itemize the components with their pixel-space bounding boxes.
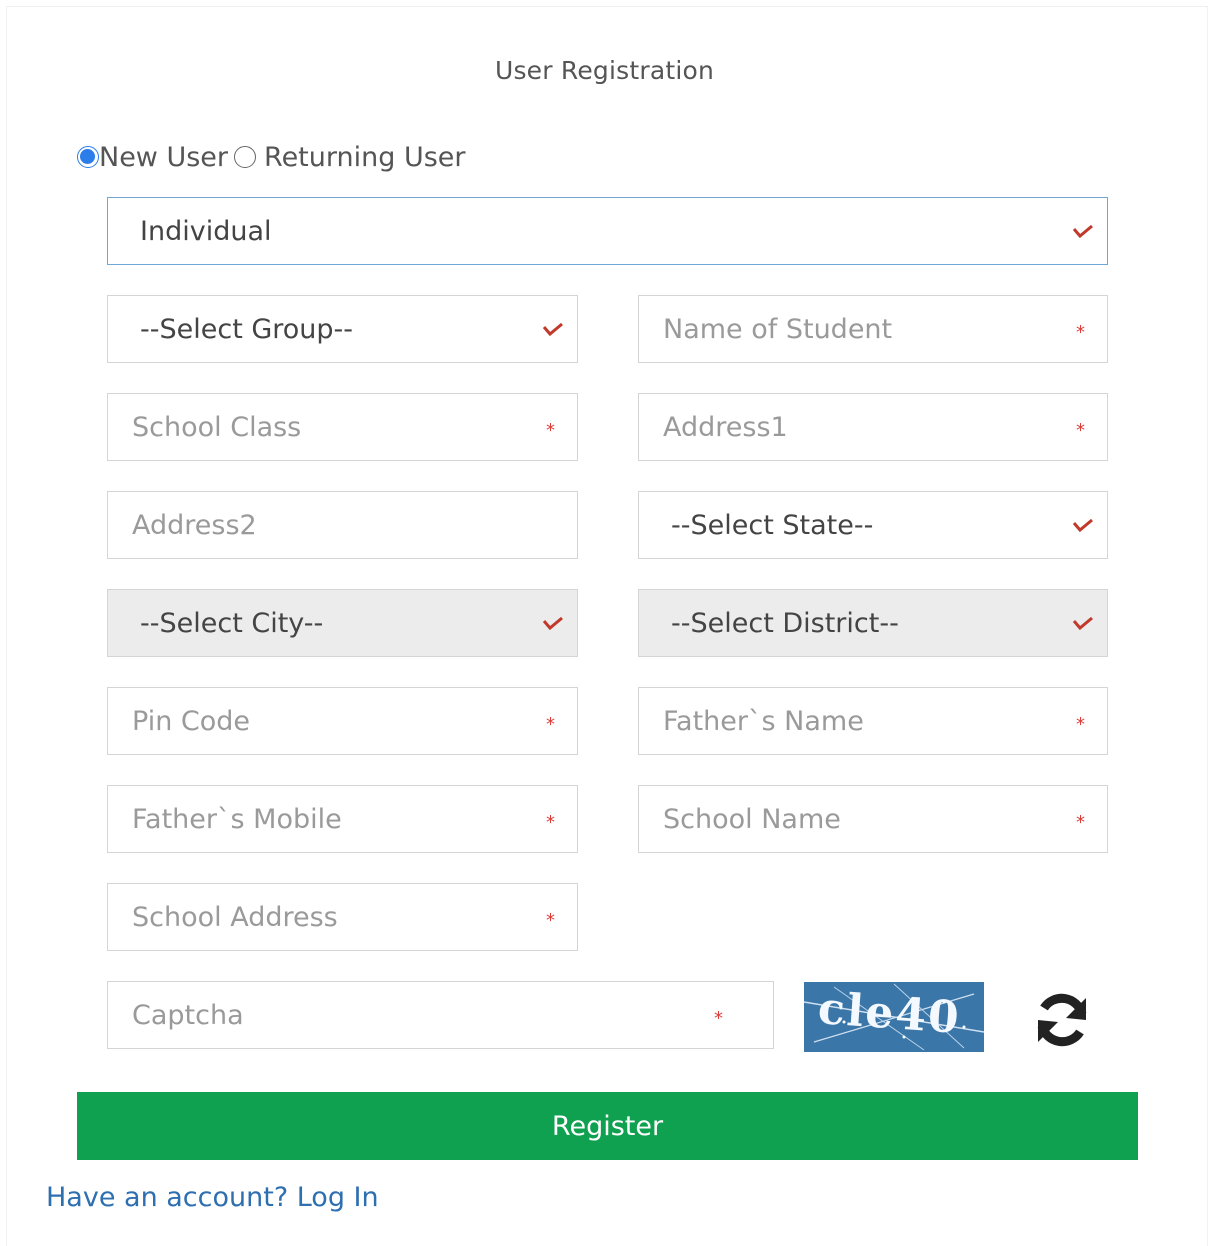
city-select[interactable]: --Select City-- <box>107 589 578 657</box>
state-select-value: --Select State-- <box>671 509 874 541</box>
district-select-value: --Select District-- <box>671 607 899 639</box>
chevron-down-icon <box>542 322 563 337</box>
city-select-value: --Select City-- <box>140 607 324 639</box>
new-user-label[interactable]: New User <box>99 142 228 173</box>
father-name-input[interactable]: Father`s Name * <box>638 687 1108 755</box>
father-mobile-input[interactable]: Father`s Mobile * <box>107 785 578 853</box>
chevron-down-icon <box>1072 616 1093 631</box>
school-address-input[interactable]: School Address * <box>107 883 578 951</box>
captcha-image: cle40 <box>804 982 984 1052</box>
required-marker: * <box>1076 812 1085 833</box>
district-select[interactable]: --Select District-- <box>638 589 1108 657</box>
captcha-input[interactable]: Captcha * <box>107 981 774 1049</box>
address2-placeholder: Address2 <box>132 509 257 541</box>
register-button[interactable]: Register <box>77 1092 1138 1160</box>
captcha-text: cle40 <box>816 983 963 1044</box>
new-user-radio[interactable] <box>77 146 99 168</box>
group-select[interactable]: --Select Group-- <box>107 295 578 363</box>
refresh-icon[interactable] <box>1030 988 1094 1052</box>
captcha-placeholder: Captcha <box>132 999 244 1031</box>
school-address-placeholder: School Address <box>132 901 338 933</box>
group-select-value: --Select Group-- <box>140 313 354 345</box>
state-select[interactable]: --Select State-- <box>638 491 1108 559</box>
required-marker: * <box>546 714 555 735</box>
school-class-placeholder: School Class <box>132 411 302 443</box>
school-name-input[interactable]: School Name * <box>638 785 1108 853</box>
school-name-placeholder: School Name <box>663 803 841 835</box>
student-name-placeholder: Name of Student <box>663 313 893 345</box>
pin-code-placeholder: Pin Code <box>132 705 251 737</box>
required-marker: * <box>714 1008 723 1029</box>
registration-type-select[interactable]: Individual <box>107 197 1108 265</box>
required-marker: * <box>1076 322 1085 343</box>
required-marker: * <box>1076 714 1085 735</box>
required-marker: * <box>546 420 555 441</box>
required-marker: * <box>546 812 555 833</box>
required-marker: * <box>1076 420 1085 441</box>
required-marker: * <box>546 910 555 931</box>
login-link[interactable]: Have an account? Log In <box>46 1182 379 1213</box>
chevron-down-icon <box>1072 518 1093 533</box>
father-mobile-placeholder: Father`s Mobile <box>132 803 342 835</box>
page-title: User Registration <box>494 56 715 85</box>
school-class-input[interactable]: School Class * <box>107 393 578 461</box>
address2-input[interactable]: Address2 <box>107 491 578 559</box>
chevron-down-icon <box>1072 224 1093 239</box>
student-name-input[interactable]: Name of Student * <box>638 295 1108 363</box>
address1-placeholder: Address1 <box>663 411 788 443</box>
registration-type-value: Individual <box>140 215 272 247</box>
user-type-radio-group: New User Returning User <box>77 140 472 174</box>
chevron-down-icon <box>542 616 563 631</box>
pin-code-input[interactable]: Pin Code * <box>107 687 578 755</box>
father-name-placeholder: Father`s Name <box>663 705 864 737</box>
address1-input[interactable]: Address1 * <box>638 393 1108 461</box>
returning-user-label[interactable]: Returning User <box>264 142 465 173</box>
returning-user-radio[interactable] <box>234 146 257 168</box>
